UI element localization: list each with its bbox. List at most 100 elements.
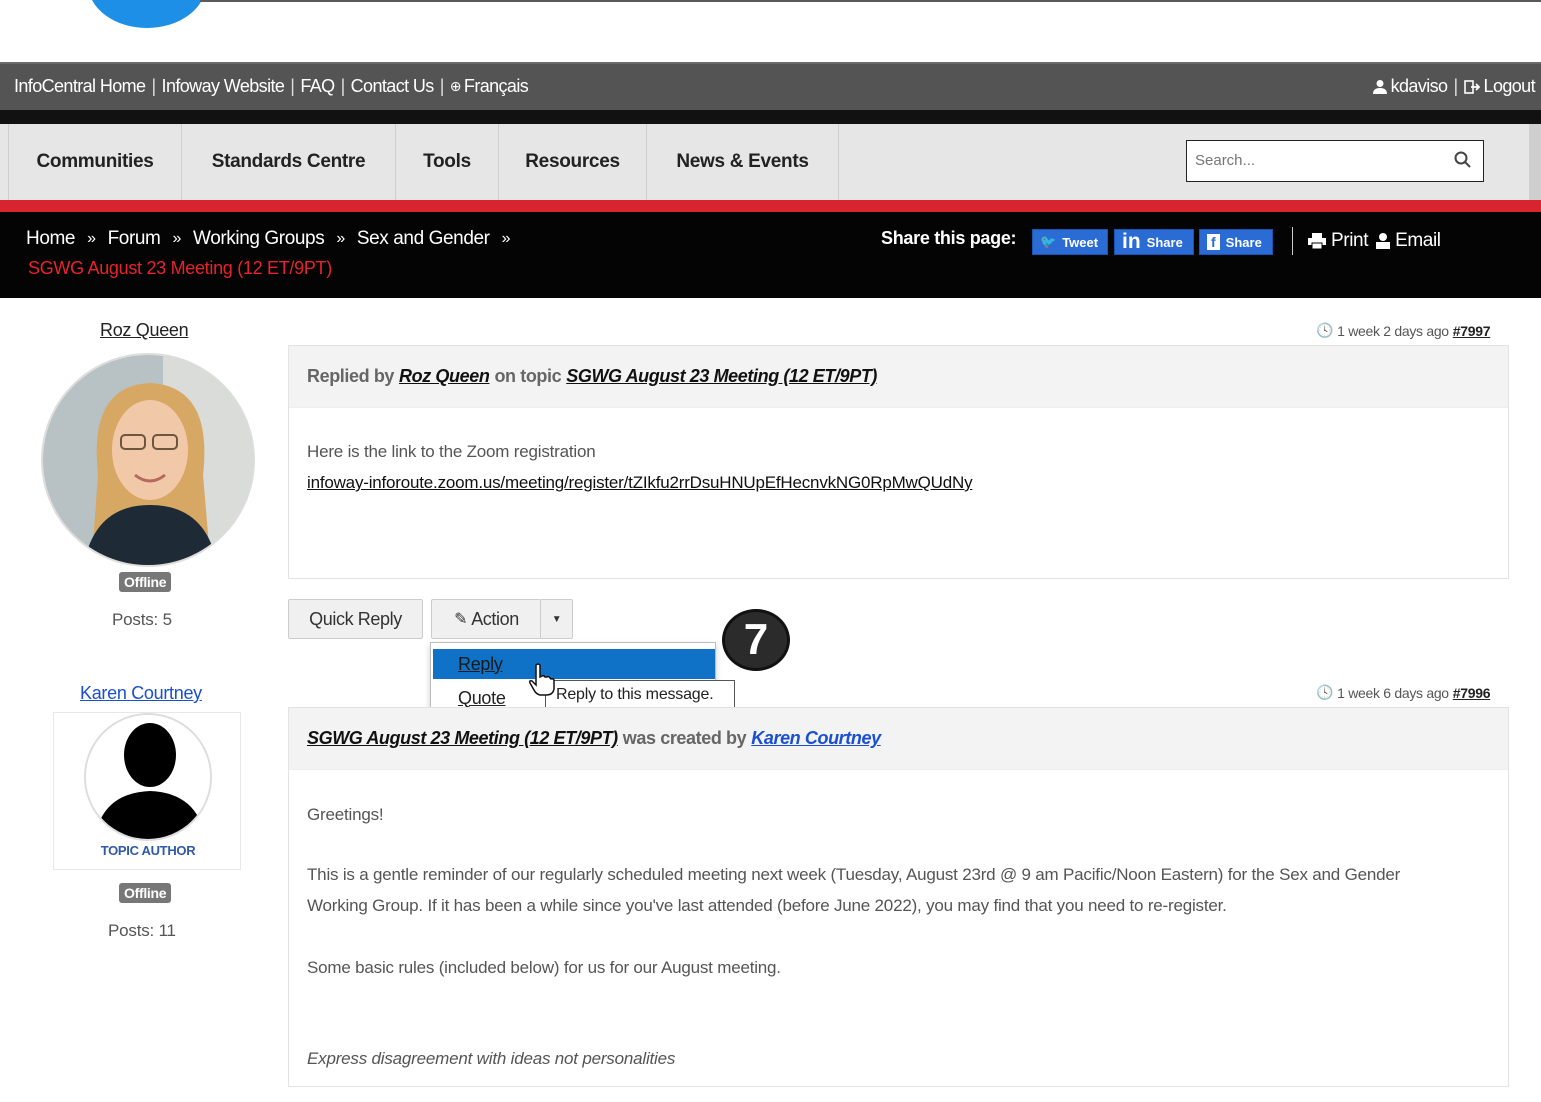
- breadcrumb-separator: »: [172, 230, 182, 247]
- header-mid: was created by: [622, 728, 747, 748]
- email-link[interactable]: Email: [1395, 230, 1441, 252]
- separator: |: [290, 76, 295, 96]
- print-link[interactable]: Print: [1331, 230, 1368, 252]
- post-permalink[interactable]: #7997: [1453, 323, 1491, 339]
- body-greeting: Greetings!: [307, 805, 384, 824]
- body-rule: Express disagreement with ideas not pers…: [307, 1049, 676, 1068]
- link-infoway-website[interactable]: Infoway Website: [162, 76, 285, 97]
- link-francais[interactable]: Français: [464, 76, 529, 97]
- separator: |: [151, 76, 156, 96]
- tooltip: Reply to this message.: [545, 680, 735, 710]
- status-badge: Offline: [119, 572, 172, 592]
- body-paragraph: Working Group. If it has been a while si…: [307, 896, 1227, 915]
- breadcrumb-separator: »: [336, 230, 345, 247]
- utility-bar: InfoCentral Home | Infoway Website | FAQ…: [0, 62, 1541, 110]
- facebook-icon: f: [1207, 234, 1220, 250]
- edit-icon: ✎: [454, 611, 468, 628]
- separator: |: [1453, 76, 1458, 96]
- user-icon: [1372, 79, 1387, 94]
- step-marker: 7: [722, 609, 790, 671]
- nav-communities[interactable]: Communities: [8, 124, 182, 200]
- post-timestamp: 🕓 1 week 6 days ago #7996: [1316, 684, 1491, 701]
- separator: [1292, 227, 1293, 255]
- zoom-registration-link[interactable]: infoway-inforoute.zoom.us/meeting/regist…: [307, 467, 1490, 498]
- post-body: Greetings! This is a gentle reminder of …: [289, 770, 1508, 1102]
- nav-tools[interactable]: Tools: [396, 124, 499, 200]
- breadcrumb-separator: »: [87, 230, 96, 247]
- post-count: Posts: 11: [108, 921, 176, 940]
- breadcrumb-working-groups[interactable]: Working Groups: [193, 228, 325, 250]
- default-avatar-icon: [86, 715, 210, 839]
- header-prefix: Replied by: [307, 366, 395, 386]
- header-author-link[interactable]: Karen Courtney: [751, 728, 881, 749]
- post-content: Replied by Roz Queen on topic SGWG Augus…: [288, 345, 1509, 579]
- menu-item-reply[interactable]: Reply: [433, 649, 715, 679]
- body-paragraph: This is a gentle reminder of our regular…: [307, 865, 1401, 884]
- hand-cursor-icon: [529, 663, 555, 696]
- breadcrumb-separator: »: [501, 230, 511, 247]
- email-person-icon: [1376, 233, 1391, 249]
- separator: |: [439, 76, 445, 96]
- avatar[interactable]: [41, 353, 255, 567]
- action-dropdown-toggle[interactable]: ▼: [540, 599, 573, 639]
- share-label: Share this page:: [881, 228, 1017, 248]
- globe-icon: ⊕: [449, 78, 462, 94]
- tweet-label: Tweet: [1062, 234, 1099, 250]
- linkedin-share-button[interactable]: in Share: [1114, 229, 1194, 255]
- print-email-links: Print Email: [1292, 227, 1441, 255]
- breadcrumb-forum[interactable]: Forum: [108, 228, 161, 250]
- post-author-name[interactable]: Roz Queen: [100, 320, 189, 341]
- nav-resources[interactable]: Resources: [499, 124, 647, 200]
- username-link[interactable]: kdaviso: [1391, 76, 1448, 97]
- post-author-name[interactable]: Karen Courtney: [80, 683, 202, 704]
- utility-links: InfoCentral Home | Infoway Website | FAQ…: [14, 76, 529, 97]
- header-mid: on topic: [494, 366, 562, 386]
- nav-news-events[interactable]: News & Events: [647, 124, 839, 200]
- breadcrumb-home[interactable]: Home: [26, 228, 75, 250]
- top-divider: [200, 0, 1541, 2]
- breadcrumb: Home » Forum » Working Groups » Sex and …: [26, 228, 522, 250]
- nav-standards-centre[interactable]: Standards Centre: [182, 124, 396, 200]
- action-label: Action: [471, 608, 519, 629]
- link-faq[interactable]: FAQ: [300, 76, 335, 97]
- user-links: kdaviso | Logout: [1372, 76, 1536, 97]
- separator: |: [340, 76, 346, 96]
- logout-link[interactable]: Logout: [1484, 76, 1536, 97]
- caret-down-icon: ▼: [551, 613, 562, 625]
- main-navigation: Communities Standards Centre Tools Resou…: [0, 124, 1541, 200]
- post-count: Posts: 5: [112, 610, 172, 629]
- accent-divider: [0, 200, 1541, 212]
- search-input[interactable]: [1187, 141, 1437, 179]
- post-header: Replied by Roz Queen on topic SGWG Augus…: [289, 346, 1508, 408]
- linkedin-icon: in: [1122, 230, 1141, 253]
- tweet-button[interactable]: 🐦 Tweet: [1032, 229, 1108, 255]
- action-button[interactable]: ✎ Action: [431, 599, 541, 639]
- post-header: SGWG August 23 Meeting (12 ET/9PT) was c…: [289, 708, 1508, 770]
- header-topic-link[interactable]: SGWG August 23 Meeting (12 ET/9PT): [566, 366, 877, 387]
- facebook-share-label: Share: [1225, 234, 1262, 250]
- status-badge: Offline: [119, 883, 172, 903]
- search-box: [1186, 140, 1484, 182]
- clock-icon: 🕓: [1316, 322, 1334, 338]
- twitter-icon: 🐦: [1040, 234, 1057, 249]
- print-icon: [1308, 233, 1326, 250]
- breadcrumb-bar: Home » Forum » Working Groups » Sex and …: [0, 212, 1541, 298]
- quick-reply-button[interactable]: Quick Reply: [288, 599, 423, 639]
- breadcrumb-sex-and-gender[interactable]: Sex and Gender: [357, 228, 490, 250]
- header-divider: [0, 110, 1541, 124]
- post-body: Here is the link to the Zoom registratio…: [289, 408, 1508, 526]
- post-permalink[interactable]: #7996: [1453, 685, 1491, 701]
- post-content: SGWG August 23 Meeting (12 ET/9PT) was c…: [288, 707, 1509, 1087]
- breadcrumb-current: SGWG August 23 Meeting (12 ET/9PT): [28, 258, 332, 278]
- header-topic-link[interactable]: SGWG August 23 Meeting (12 ET/9PT): [307, 728, 618, 749]
- post-time: 1 week 6 days ago: [1337, 684, 1449, 701]
- body-text: Here is the link to the Zoom registratio…: [307, 442, 596, 461]
- avatar[interactable]: [84, 713, 212, 841]
- decorative-blue-circle: [88, 0, 206, 28]
- header-author-link[interactable]: Roz Queen: [399, 366, 490, 387]
- facebook-share-button[interactable]: f Share: [1199, 229, 1273, 255]
- link-contact-us[interactable]: Contact Us: [351, 76, 435, 97]
- search-icon[interactable]: [1453, 150, 1473, 170]
- link-infocentral-home[interactable]: InfoCentral Home: [14, 76, 146, 97]
- linkedin-share-label: Share: [1146, 234, 1183, 250]
